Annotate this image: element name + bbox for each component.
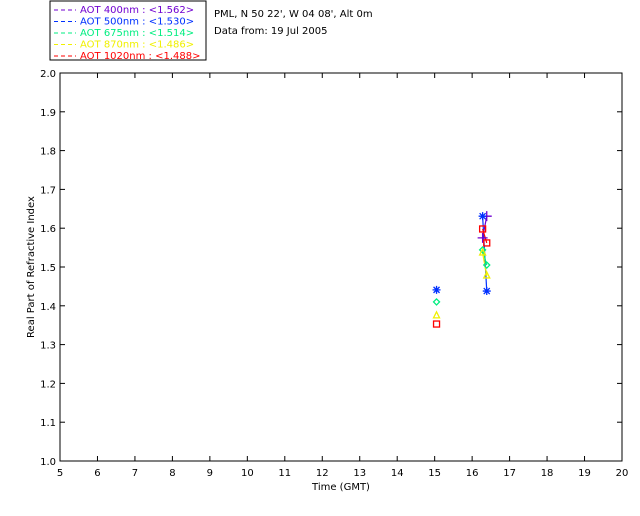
legend-entry: AOT 870nm : <1.486> — [80, 40, 194, 51]
x-tick-label: 17 — [503, 468, 516, 479]
y-tick-label: 1.8 — [40, 147, 56, 158]
refractive-index-chart: AOT 400nm : <1.562>AOT 500nm : <1.530>AO… — [26, 0, 628, 493]
x-tick-label: 20 — [616, 468, 629, 479]
square-mark — [432, 320, 441, 328]
legend-entry: AOT 1020nm : <1.488> — [80, 51, 200, 62]
y-tick-label: 1.1 — [40, 418, 56, 429]
y-tick-label: 1.2 — [40, 379, 56, 390]
y-tick-label: 1.6 — [40, 224, 56, 235]
diamond-marker — [432, 298, 441, 306]
plot-area — [59, 72, 623, 462]
asterisk-marker — [482, 287, 491, 296]
x-tick-label: 12 — [316, 468, 329, 479]
legend-entry: AOT 400nm : <1.562> — [80, 5, 194, 16]
x-tick-label: 14 — [391, 468, 404, 479]
x-tick-label: 11 — [278, 468, 291, 479]
axes: 5 6 7 8 9 10 11 12 13 14 15 16 17 18 19 20 1.0 1.1 1.2 1.3 1… — [40, 69, 628, 479]
y-tick-label: 1.3 — [40, 341, 56, 352]
y-tick-label: 1.7 — [40, 185, 56, 196]
x-tick-label: 9 — [207, 468, 213, 479]
data-marks — [432, 211, 492, 328]
x-tick-label: 16 — [466, 468, 479, 479]
y-tick-label: 1.0 — [40, 457, 56, 468]
x-tick-label: 5 — [57, 468, 63, 479]
title-line-1: PML, N 50 22', W 04 08', Alt 0m — [214, 9, 373, 20]
asterisk-mark — [478, 212, 487, 221]
x-tick-label: 13 — [353, 468, 366, 479]
asterisk-mark — [432, 285, 441, 294]
y-axis-label: Real Part of Refractive Index — [26, 196, 37, 338]
triangle-mark — [432, 310, 441, 319]
x-tick-label: 8 — [169, 468, 175, 479]
y-tick-label: 2.0 — [40, 69, 56, 80]
x-tick-label: 7 — [132, 468, 138, 479]
x-axis-label: Time (GMT) — [311, 482, 370, 493]
legend-entry: AOT 500nm : <1.530> — [80, 17, 194, 28]
asterisk-marker — [432, 285, 441, 294]
asterisk-marker — [478, 212, 487, 221]
x-tick-label: 15 — [428, 468, 441, 479]
legend-entry: AOT 675nm : <1.514> — [80, 28, 194, 39]
diamond-mark — [432, 298, 441, 306]
asterisk-mark — [482, 287, 491, 296]
title-line-2: Data from: 19 Jul 2005 — [214, 26, 327, 37]
square-marker — [432, 320, 441, 328]
y-tick-label: 1.5 — [40, 263, 56, 274]
triangle-marker — [432, 310, 441, 319]
x-tick-label: 18 — [541, 468, 554, 479]
y-tick-label: 1.4 — [40, 302, 56, 313]
y-tick-label: 1.9 — [40, 108, 56, 119]
x-tick-label: 10 — [241, 468, 254, 479]
x-tick-label: 6 — [94, 468, 100, 479]
x-tick-label: 19 — [578, 468, 591, 479]
